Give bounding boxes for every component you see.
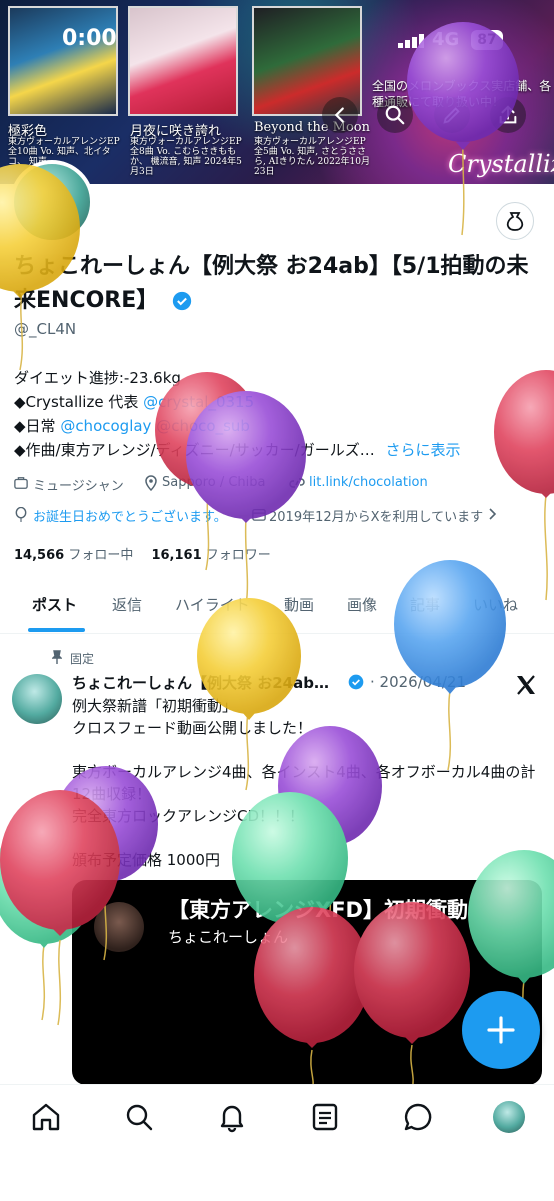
album-cover-2: [128, 6, 238, 116]
location-pin-icon: [145, 475, 157, 491]
album-cover-1: [8, 6, 118, 116]
profile-avatar[interactable]: [10, 160, 94, 244]
website-text[interactable]: lit.link/chocolation: [309, 475, 428, 490]
join-date: 2019年12月からXを利用しています: [269, 510, 484, 525]
bio-mention-link[interactable]: @crystal_0315: [143, 393, 254, 411]
signal-icon: [398, 34, 424, 48]
post-avatar[interactable]: [12, 674, 62, 724]
search-icon: [385, 105, 405, 125]
post-date: · 2026/04/21: [370, 673, 467, 691]
calendar-icon: [252, 508, 266, 521]
article-icon[interactable]: [309, 1101, 341, 1133]
tab-media[interactable]: 画像: [347, 594, 377, 615]
display-name-text: ちょこれーしょん【例大祭 お24ab】【5/1拍動の未来ENCORE】: [14, 254, 529, 313]
tab-replies[interactable]: 返信: [112, 594, 142, 615]
battery-level: 87: [471, 30, 503, 50]
bio-line: ◆日常 @chocoglay @choco_sub: [14, 414, 544, 438]
following-link[interactable]: 14,566 フォロー中: [14, 548, 133, 563]
followers-link[interactable]: 16,161 フォロワー: [151, 548, 270, 563]
birthday-text[interactable]: お誕生日おめでとうございます。: [33, 510, 227, 525]
status-time: 0:00: [62, 26, 117, 51]
chevron-right-icon[interactable]: [488, 508, 498, 520]
pin-icon: [52, 650, 62, 664]
banner-brand: Crystallize: [448, 150, 554, 178]
profile-category: ミュージシャン: [33, 479, 124, 494]
money-bag-icon: [506, 212, 524, 231]
network-type: 4G: [432, 29, 460, 50]
share-button[interactable]: [490, 97, 526, 133]
verified-badge-icon[interactable]: [172, 291, 192, 311]
search-button[interactable]: [377, 97, 413, 133]
bottom-nav: [0, 1084, 554, 1201]
tab-articles[interactable]: 記事: [410, 594, 440, 615]
pinned-label: 固定: [70, 652, 95, 666]
album-subtitle-3: 東方ヴォーカルアレンジEP 全5曲 Vo. 知声, さとうささら, AIきりたん…: [254, 137, 370, 177]
birthday-link[interactable]: お誕生日おめでとうございます。: [33, 506, 227, 525]
tab-likes[interactable]: いいね: [473, 594, 518, 615]
tab-videos[interactable]: 動画: [284, 594, 314, 615]
following-count: 14,566: [14, 548, 65, 563]
bio-text: ◆日常: [14, 417, 61, 435]
x-logo-icon[interactable]: [514, 673, 538, 697]
profile-location: Sapporo / Chiba: [162, 475, 266, 490]
search-icon[interactable]: [123, 1101, 155, 1133]
tab-highlights[interactable]: ハイライト: [175, 594, 250, 615]
bio-mention-link[interactable]: @choco_sub: [156, 417, 250, 435]
bio-line: ◆Crystallize 代表 @crystal_0315: [14, 390, 544, 414]
bio-text: ◆作曲/東方アレンジ/ディズニー/サッカー/ガールズ…: [14, 441, 375, 459]
bio-text: ◆Crystallize 代表: [14, 393, 144, 411]
show-more-link[interactable]: さらに表示: [385, 441, 460, 459]
briefcase-icon: [14, 477, 28, 489]
post-body: 例大祭新譜「初期衝動」 クロスフェード動画公開しました！ 東方ボーカルアレンジ4…: [72, 697, 536, 869]
back-button[interactable]: [322, 97, 358, 133]
balloon-icon: [15, 507, 27, 522]
active-tab-indicator: [28, 628, 85, 632]
link-icon: [289, 478, 305, 488]
nav-profile-avatar[interactable]: [493, 1101, 525, 1133]
pen-icon: [443, 107, 460, 124]
video-title: 【東方アレンジXFD】初期衝動: [168, 898, 468, 922]
follow-counts: 14,566 フォロー中 16,161 フォロワー: [14, 544, 271, 563]
tabs-divider: [0, 633, 554, 634]
album-subtitle-2: 東方ヴォーカルアレンジEP 全8曲 Vo. こむらさきももか、 機流音, 知声 …: [130, 137, 242, 177]
profile-bio: ダイエット進捗:-23.6kg ◆Crystallize 代表 @crystal…: [14, 366, 544, 462]
post-date-text: 2026/04/21: [379, 673, 467, 691]
followers-label: フォロワー: [205, 548, 271, 563]
video-avatar: [94, 902, 144, 952]
tip-button[interactable]: [496, 202, 534, 240]
verified-badge-icon: [348, 674, 364, 690]
profile-website-link[interactable]: lit.link/chocolation: [309, 475, 428, 490]
compose-button[interactable]: [462, 991, 540, 1069]
edit-button[interactable]: [434, 97, 470, 133]
bell-icon[interactable]: [216, 1101, 248, 1133]
profile-display-name: ちょこれーしょん【例大祭 お24ab】【5/1拍動の未来ENCORE】: [14, 250, 544, 318]
profile-handle: @_CL4N: [14, 320, 77, 338]
followers-count: 16,161: [151, 548, 202, 563]
home-icon[interactable]: [30, 1101, 62, 1133]
arrow-left-icon: [334, 107, 344, 123]
share-icon: [499, 105, 517, 124]
chat-icon[interactable]: [402, 1101, 434, 1133]
following-label: フォロー中: [68, 548, 134, 563]
tab-posts[interactable]: ポスト: [32, 594, 77, 615]
video-author: ちょこれーしょん: [168, 928, 289, 946]
bio-mention-link[interactable]: @chocoglay: [60, 417, 151, 435]
bio-line: ダイエット進捗:-23.6kg: [14, 369, 181, 387]
bio-line: ◆作曲/東方アレンジ/ディズニー/サッカー/ガールズ… さらに表示: [14, 438, 544, 462]
plus-icon: [487, 1016, 515, 1044]
